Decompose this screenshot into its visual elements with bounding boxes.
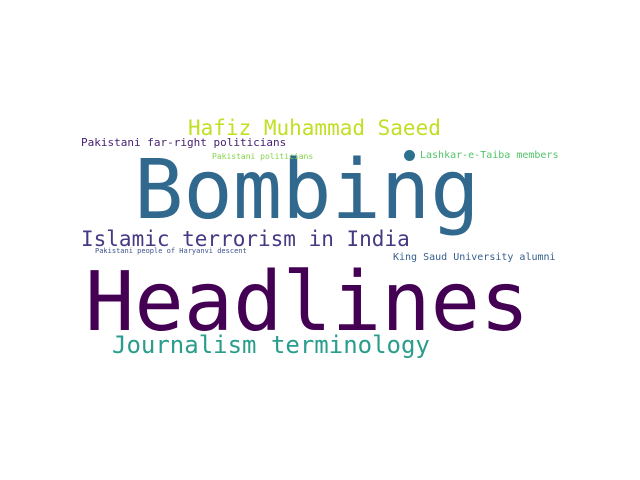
word-pakistani-politicians: Pakistani politicians (212, 152, 314, 161)
dot-marker (404, 150, 415, 161)
word-king-saud-university-alumni: King Saud University alumni (393, 252, 556, 263)
word-journalism-terminology: Journalism terminology (112, 331, 430, 359)
word-cloud: Headlines Bombing Journalism terminology… (0, 0, 640, 480)
word-pakistani-people-of-haryanvi-descent: Pakistani people of Haryanvi descent (95, 247, 247, 255)
word-pakistani-far-right-politicians: Pakistani far-right politicians (81, 136, 287, 149)
word-bombing: Bombing (134, 143, 480, 238)
word-lashkar-e-taiba-members: Lashkar-e-Taiba members (420, 150, 559, 161)
